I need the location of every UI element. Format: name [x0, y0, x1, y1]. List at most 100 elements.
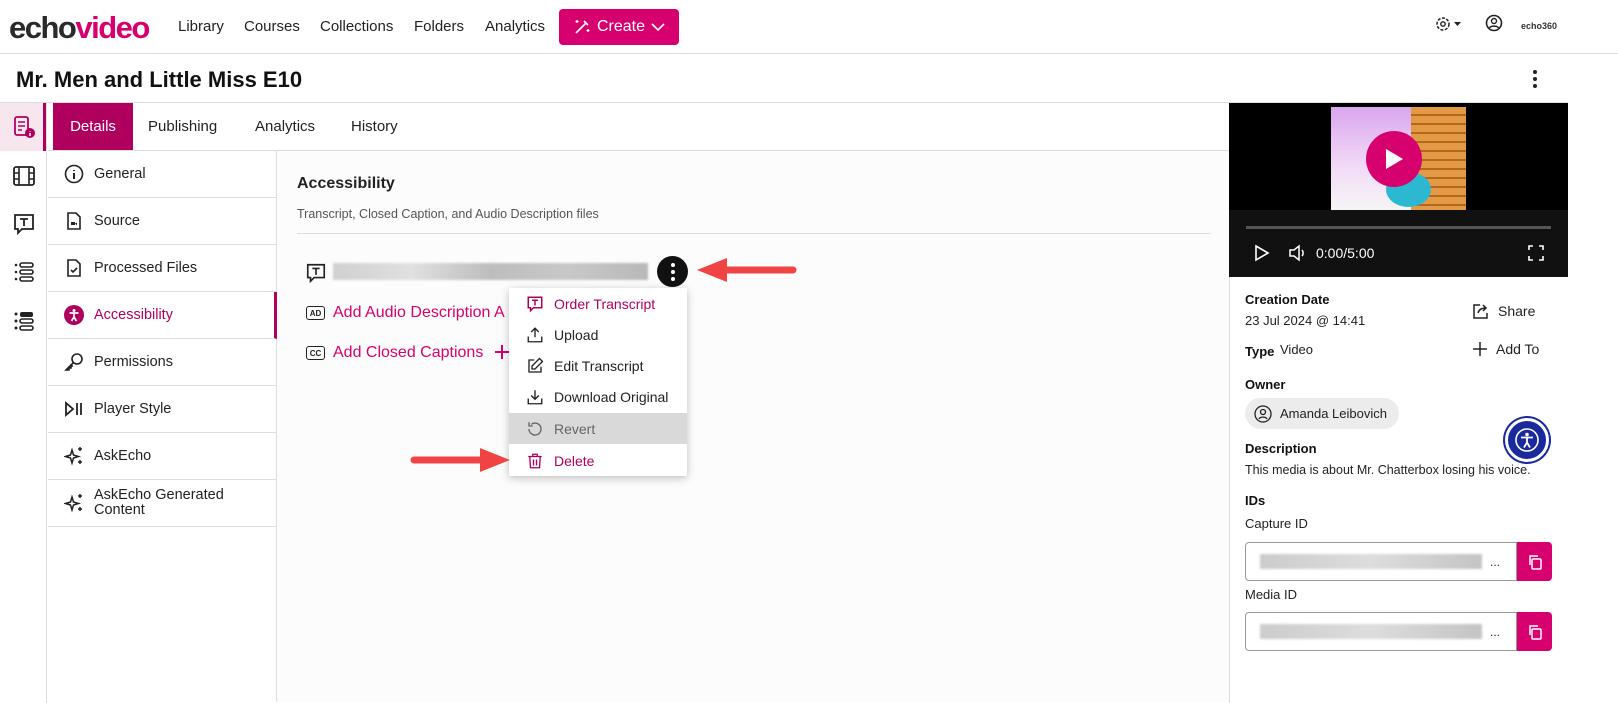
user-icon[interactable] [1485, 14, 1503, 32]
share-icon [1473, 304, 1488, 319]
create-button[interactable]: Create [559, 9, 679, 45]
nav-collections[interactable]: Collections [320, 18, 393, 35]
fullscreen-icon[interactable] [1528, 245, 1544, 261]
add-audio-description-link[interactable]: Add Audio Description A [333, 304, 505, 322]
player-controls [1229, 210, 1568, 277]
film-icon[interactable] [12, 164, 36, 188]
transcript-file-icon [306, 263, 326, 284]
creation-date-value: 23 Jul 2024 @ 14:41 [1245, 313, 1366, 328]
share-label: Share [1498, 303, 1536, 319]
menu-download-original[interactable]: Download Original [509, 381, 687, 412]
subnav-label: AskEcho Generated Content [94, 487, 224, 518]
tab-analytics[interactable]: Analytics [240, 103, 330, 150]
copy-icon [1528, 624, 1542, 640]
echovideo-logo[interactable]: echovideo [9, 10, 150, 46]
key-icon [64, 353, 83, 371]
annotation-arrow-left [697, 258, 797, 282]
add-to-button[interactable]: Add To [1472, 341, 1539, 357]
media-id-field[interactable]: ... [1245, 612, 1517, 651]
creation-date-label: Creation Date [1245, 292, 1330, 307]
description-value: This media is about Mr. Chatterbox losin… [1245, 463, 1531, 477]
transcript-icon[interactable] [12, 212, 36, 236]
owner-name: Amanda Leibovich [1280, 406, 1387, 421]
logo-video: video [75, 10, 150, 45]
revert-icon [528, 421, 542, 436]
subnav-processed-files[interactable]: Processed Files [48, 245, 277, 292]
upload-icon [527, 326, 543, 342]
closed-captions-icon: CC [306, 346, 325, 360]
tab-history[interactable]: History [336, 103, 413, 150]
subnav-label: Permissions [94, 354, 173, 370]
menu-label: Order Transcript [554, 295, 656, 312]
menu-label: Upload [554, 326, 599, 343]
menu-upload[interactable]: Upload [509, 319, 687, 350]
transcript-actions-menu: Order Transcript Upload Edit Transcript … [509, 288, 687, 476]
transcript-icon [527, 296, 543, 313]
subnav-askecho-generated-content[interactable]: AskEcho Generated Content [48, 480, 277, 527]
add-closed-captions-link[interactable]: Add Closed Captions [333, 344, 483, 362]
download-icon [527, 389, 543, 404]
subnav-label: Source [94, 213, 140, 229]
capture-id-field[interactable]: ... [1245, 542, 1517, 581]
tab-details[interactable]: Details [53, 103, 133, 150]
sparkle-icon [64, 494, 82, 513]
transcript-more-button[interactable] [657, 256, 688, 287]
media-id-label: Media ID [1245, 587, 1298, 602]
type-label: Type [1245, 344, 1275, 359]
quiz-list-icon[interactable] [12, 309, 36, 333]
accessibility-widget-button[interactable] [1505, 418, 1549, 462]
subnav-player-style[interactable]: Player Style [48, 386, 277, 433]
menu-label: Revert [554, 420, 596, 437]
nav-analytics[interactable]: Analytics [485, 18, 545, 35]
menu-label: Edit Transcript [554, 357, 644, 374]
ellipsis: ... [1490, 555, 1501, 569]
chapters-list-icon[interactable] [12, 260, 36, 284]
subnav-permissions[interactable]: Permissions [48, 339, 277, 386]
subnav-general[interactable]: General [48, 151, 277, 198]
volume-icon[interactable] [1288, 244, 1308, 262]
details-info-icon[interactable] [12, 115, 36, 139]
progress-bar[interactable] [1246, 226, 1551, 229]
plus-icon[interactable] [494, 344, 510, 360]
capture-id-label: Capture ID [1245, 516, 1308, 531]
nav-library[interactable]: Library [178, 18, 224, 35]
audio-description-icon: AD [306, 306, 325, 320]
menu-revert[interactable]: Revert [509, 413, 687, 444]
play-icon[interactable] [1254, 244, 1270, 262]
tab-bar: Details Publishing Analytics History [48, 103, 1229, 151]
details-subnav: General Source Processed Files Accessibi… [48, 151, 277, 702]
owner-label: Owner [1245, 377, 1286, 392]
subnav-accessibility[interactable]: Accessibility [48, 292, 277, 339]
nav-folders[interactable]: Folders [414, 18, 464, 35]
owner-chip[interactable]: Amanda Leibovich [1245, 398, 1399, 429]
section-heading: Accessibility [297, 175, 395, 192]
gear-icon[interactable] [1435, 15, 1465, 33]
subnav-askecho[interactable]: AskEcho [48, 433, 277, 480]
divider [297, 233, 1210, 234]
chevron-down-icon [651, 23, 665, 32]
tab-publishing[interactable]: Publishing [133, 103, 232, 150]
file-check-icon [67, 259, 81, 277]
subnav-label: Accessibility [94, 307, 173, 323]
copy-media-id-button[interactable] [1517, 612, 1552, 651]
menu-order-transcript[interactable]: Order Transcript [509, 288, 687, 319]
create-label: Create [596, 18, 646, 35]
copy-capture-id-button[interactable] [1517, 542, 1552, 581]
subnav-source[interactable]: Source [48, 198, 277, 245]
share-button[interactable]: Share [1472, 302, 1535, 320]
page-more-button[interactable] [1533, 70, 1537, 88]
annotation-arrow-right [410, 448, 510, 472]
copy-icon [1528, 554, 1542, 570]
menu-edit-transcript[interactable]: Edit Transcript [509, 350, 687, 381]
nav-courses[interactable]: Courses [244, 18, 300, 35]
info-icon [64, 164, 84, 184]
section-subtitle: Transcript, Closed Caption, and Audio De… [297, 207, 599, 221]
accessibility-icon [64, 305, 84, 325]
play-overlay-button[interactable] [1366, 131, 1422, 187]
subnav-label: Player Style [94, 401, 172, 417]
capture-id-redacted [1260, 554, 1482, 569]
menu-delete[interactable]: Delete [509, 445, 687, 476]
logo-echo: echo [9, 10, 77, 45]
user-icon [1254, 404, 1272, 423]
page-title: Mr. Men and Little Miss E10 [16, 67, 303, 92]
